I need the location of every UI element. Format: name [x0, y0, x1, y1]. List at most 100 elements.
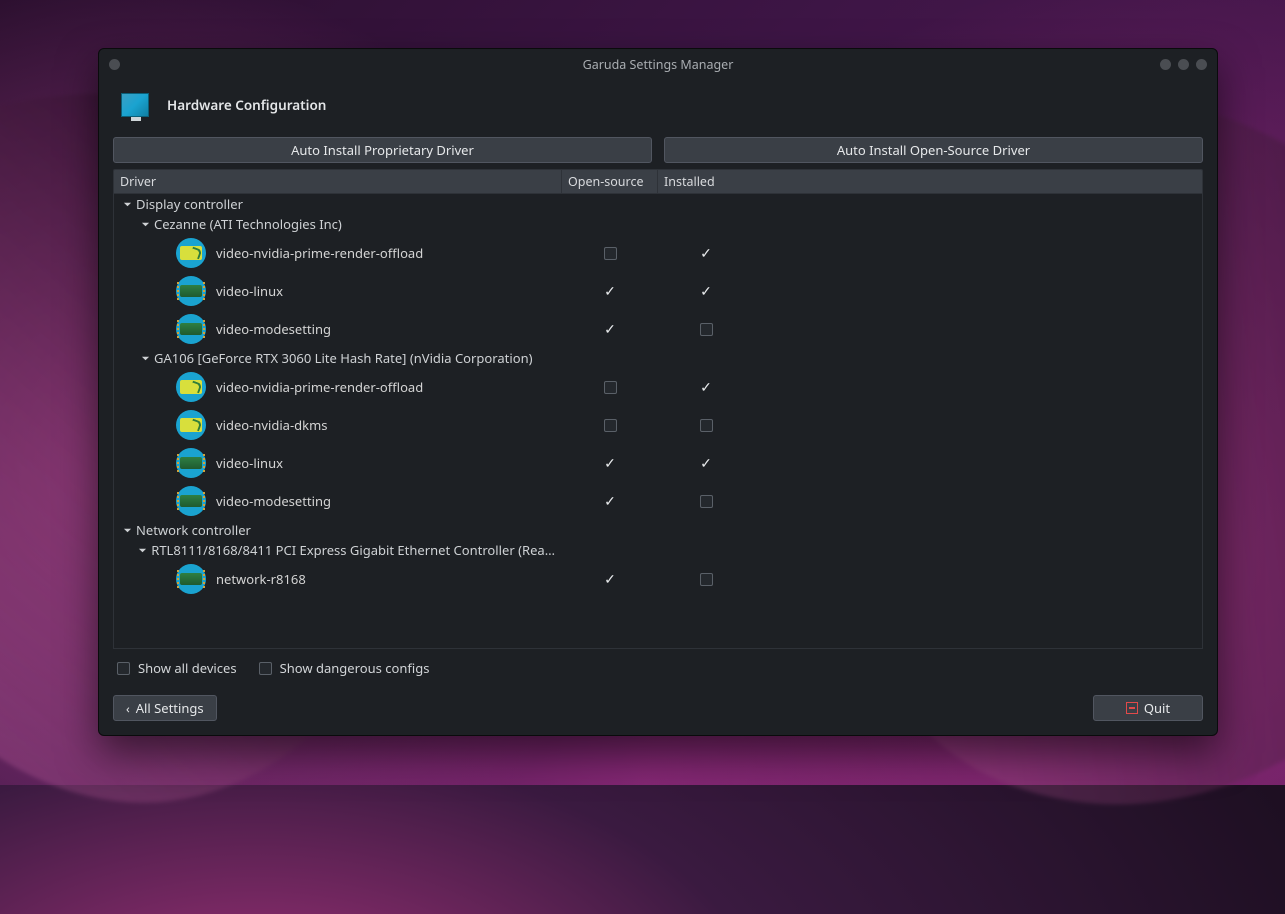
open-source-cell — [562, 419, 658, 432]
column-driver[interactable]: Driver — [114, 170, 562, 193]
check-mark-icon: ✓ — [700, 454, 712, 473]
hardware-icon — [121, 93, 149, 117]
minimize-button[interactable] — [1160, 59, 1171, 70]
check-mark-icon: ✓ — [604, 454, 616, 473]
category-label: Display controller — [136, 195, 243, 213]
installed-cell — [658, 573, 754, 586]
check-mark-icon: ✓ — [604, 570, 616, 589]
driver-row[interactable]: video-nvidia-dkms — [114, 406, 1202, 444]
unchecked-box-icon — [700, 323, 713, 336]
button-label: Auto Install Open-Source Driver — [837, 141, 1030, 159]
column-open-source[interactable]: Open-source — [562, 170, 658, 193]
driver-name: video-modesetting — [216, 492, 331, 510]
driver-row[interactable]: video-modesetting ✓ — [114, 310, 1202, 348]
column-installed[interactable]: Installed — [658, 170, 1202, 193]
show-all-devices-checkbox[interactable]: Show all devices — [117, 659, 237, 677]
open-source-cell — [562, 381, 658, 394]
device-label: RTL8111/8168/8411 PCI Express Gigabit Et… — [151, 541, 556, 559]
settings-window: Garuda Settings Manager Hardware Configu… — [98, 48, 1218, 736]
nvidia-driver-icon — [176, 410, 206, 440]
unchecked-box-icon — [604, 247, 617, 260]
unchecked-box-icon — [700, 419, 713, 432]
auto-install-opensource-button[interactable]: Auto Install Open-Source Driver — [664, 137, 1203, 163]
show-dangerous-configs-checkbox[interactable]: Show dangerous configs — [259, 659, 430, 677]
category-row[interactable]: Network controller — [114, 520, 1202, 540]
driver-name: network-r8168 — [216, 570, 306, 588]
checkbox-label: Show dangerous configs — [280, 659, 430, 677]
driver-row[interactable]: video-linux ✓ ✓ — [114, 444, 1202, 482]
driver-name: video-linux — [216, 282, 283, 300]
expander-icon[interactable] — [138, 217, 152, 231]
page-title: Hardware Configuration — [167, 96, 326, 114]
driver-name: video-linux — [216, 454, 283, 472]
open-source-cell: ✓ — [562, 570, 658, 589]
generic-driver-icon — [176, 486, 206, 516]
device-row[interactable]: GA106 [GeForce RTX 3060 Lite Hash Rate] … — [114, 348, 1202, 368]
options-row: Show all devices Show dangerous configs — [99, 649, 1217, 677]
quit-button[interactable]: Quit — [1093, 695, 1203, 721]
window-menu-dot[interactable] — [109, 59, 120, 70]
installed-cell: ✓ — [658, 244, 754, 263]
unchecked-box-icon — [700, 495, 713, 508]
check-mark-icon: ✓ — [700, 282, 712, 301]
close-button[interactable] — [1196, 59, 1207, 70]
button-label: Quit — [1144, 699, 1170, 717]
driver-row[interactable]: video-modesetting ✓ — [114, 482, 1202, 520]
all-settings-button[interactable]: ‹ All Settings — [113, 695, 217, 721]
check-mark-icon: ✓ — [604, 320, 616, 339]
checkbox-icon — [117, 662, 130, 675]
checkbox-label: Show all devices — [138, 659, 237, 677]
generic-driver-icon — [176, 314, 206, 344]
device-label: Cezanne (ATI Technologies Inc) — [154, 215, 342, 233]
installed-cell: ✓ — [658, 282, 754, 301]
installed-cell — [658, 419, 754, 432]
page-header: Hardware Configuration — [99, 79, 1217, 137]
device-row[interactable]: Cezanne (ATI Technologies Inc) — [114, 214, 1202, 234]
expander-icon[interactable] — [138, 351, 152, 365]
checkbox-icon — [259, 662, 272, 675]
driver-row[interactable]: video-nvidia-prime-render-offload ✓ — [114, 368, 1202, 406]
footer: ‹ All Settings Quit — [99, 677, 1217, 735]
generic-driver-icon — [176, 564, 206, 594]
open-source-cell — [562, 247, 658, 260]
driver-name: video-nvidia-prime-render-offload — [216, 244, 423, 262]
nvidia-driver-icon — [176, 372, 206, 402]
button-label: Auto Install Proprietary Driver — [291, 141, 474, 159]
driver-row[interactable]: video-nvidia-prime-render-offload ✓ — [114, 234, 1202, 272]
open-source-cell: ✓ — [562, 454, 658, 473]
installed-cell: ✓ — [658, 454, 754, 473]
unchecked-box-icon — [604, 381, 617, 394]
maximize-button[interactable] — [1178, 59, 1189, 70]
device-row[interactable]: RTL8111/8168/8411 PCI Express Gigabit Et… — [114, 540, 1202, 560]
driver-name: video-modesetting — [216, 320, 331, 338]
auto-install-row: Auto Install Proprietary Driver Auto Ins… — [99, 137, 1217, 163]
category-label: Network controller — [136, 521, 251, 539]
chevron-left-icon: ‹ — [126, 700, 130, 717]
driver-name: video-nvidia-prime-render-offload — [216, 378, 423, 396]
unchecked-box-icon — [700, 573, 713, 586]
quit-icon — [1126, 702, 1138, 714]
auto-install-proprietary-button[interactable]: Auto Install Proprietary Driver — [113, 137, 652, 163]
expander-icon[interactable] — [120, 523, 134, 537]
check-mark-icon: ✓ — [604, 282, 616, 301]
installed-cell — [658, 495, 754, 508]
nvidia-driver-icon — [176, 238, 206, 268]
titlebar[interactable]: Garuda Settings Manager — [99, 49, 1217, 79]
category-row[interactable]: Display controller — [114, 194, 1202, 214]
driver-name: video-nvidia-dkms — [216, 416, 327, 434]
device-label: GA106 [GeForce RTX 3060 Lite Hash Rate] … — [154, 349, 533, 367]
expander-icon[interactable] — [120, 197, 134, 211]
expander-icon[interactable] — [136, 543, 149, 557]
driver-tree[interactable]: Display controller Cezanne (ATI Technolog… — [113, 194, 1203, 649]
window-title: Garuda Settings Manager — [109, 56, 1207, 73]
generic-driver-icon — [176, 448, 206, 478]
unchecked-box-icon — [604, 419, 617, 432]
driver-row[interactable]: video-linux ✓ ✓ — [114, 272, 1202, 310]
check-mark-icon: ✓ — [700, 378, 712, 397]
open-source-cell: ✓ — [562, 492, 658, 511]
installed-cell: ✓ — [658, 378, 754, 397]
open-source-cell: ✓ — [562, 320, 658, 339]
driver-row[interactable]: network-r8168 ✓ — [114, 560, 1202, 598]
installed-cell — [658, 323, 754, 336]
generic-driver-icon — [176, 276, 206, 306]
